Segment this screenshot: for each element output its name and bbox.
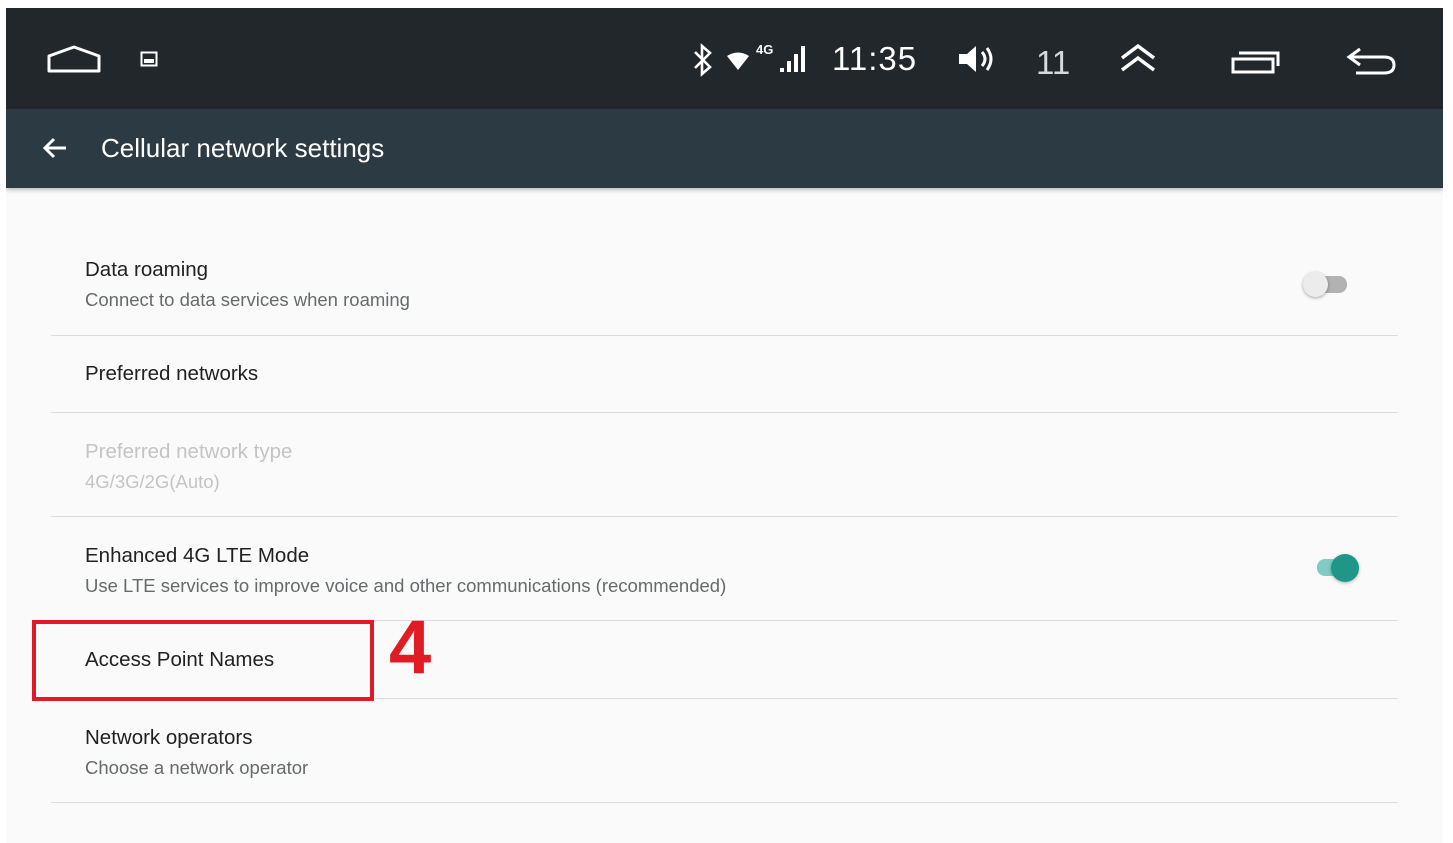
setting-title: Network operators	[85, 726, 253, 749]
back-nav-icon[interactable]	[1346, 46, 1398, 76]
bluetooth-icon	[692, 43, 714, 77]
setting-subtitle: Connect to data services when roaming	[85, 289, 410, 310]
setting-title: Data roaming	[85, 258, 209, 281]
setting-enhanced-4g-lte[interactable]: Enhanced 4G LTE Mode Use LTE services to…	[51, 517, 1398, 621]
setting-title: Preferred network type	[85, 440, 293, 463]
network-type-label: 4G	[756, 42, 774, 57]
annotation-step-number: 4	[389, 605, 432, 690]
clock: 11:35	[832, 40, 918, 77]
setting-subtitle: 4G/3G/2G(Auto)	[85, 471, 220, 492]
arrow-left-icon[interactable]	[42, 136, 68, 165]
recents-icon[interactable]	[1230, 48, 1280, 74]
volume-icon[interactable]	[957, 44, 997, 74]
signal-icon	[778, 44, 808, 74]
setting-subtitle: Use LTE services to improve voice and ot…	[85, 575, 727, 596]
setting-subtitle: Choose a network operator	[85, 757, 309, 778]
setting-data-roaming[interactable]: Data roaming Connect to data services wh…	[51, 188, 1398, 336]
settings-list: Data roaming Connect to data services wh…	[51, 188, 1398, 803]
home-icon[interactable]	[46, 44, 102, 74]
expand-up-icon[interactable]	[1118, 42, 1158, 74]
setting-title: Preferred networks	[85, 362, 259, 385]
image-notification-icon	[140, 51, 158, 67]
volume-level: 11	[1036, 44, 1071, 81]
annotation-highlight-box	[32, 620, 374, 701]
setting-preferred-network-type: Preferred network type 4G/3G/2G(Auto)	[51, 413, 1398, 517]
page-title: Cellular network settings	[101, 133, 385, 163]
setting-title: Enhanced 4G LTE Mode	[85, 544, 310, 567]
app-bar: Cellular network settings	[6, 109, 1443, 188]
setting-preferred-networks[interactable]: Preferred networks	[51, 336, 1398, 413]
status-bar: 4G 11:35 11	[6, 8, 1443, 109]
wifi-icon	[726, 52, 750, 72]
setting-network-operators[interactable]: Network operators Choose a network opera…	[51, 699, 1398, 803]
screen: 4G 11:35 11 Cellular network settings Da…	[6, 8, 1443, 843]
